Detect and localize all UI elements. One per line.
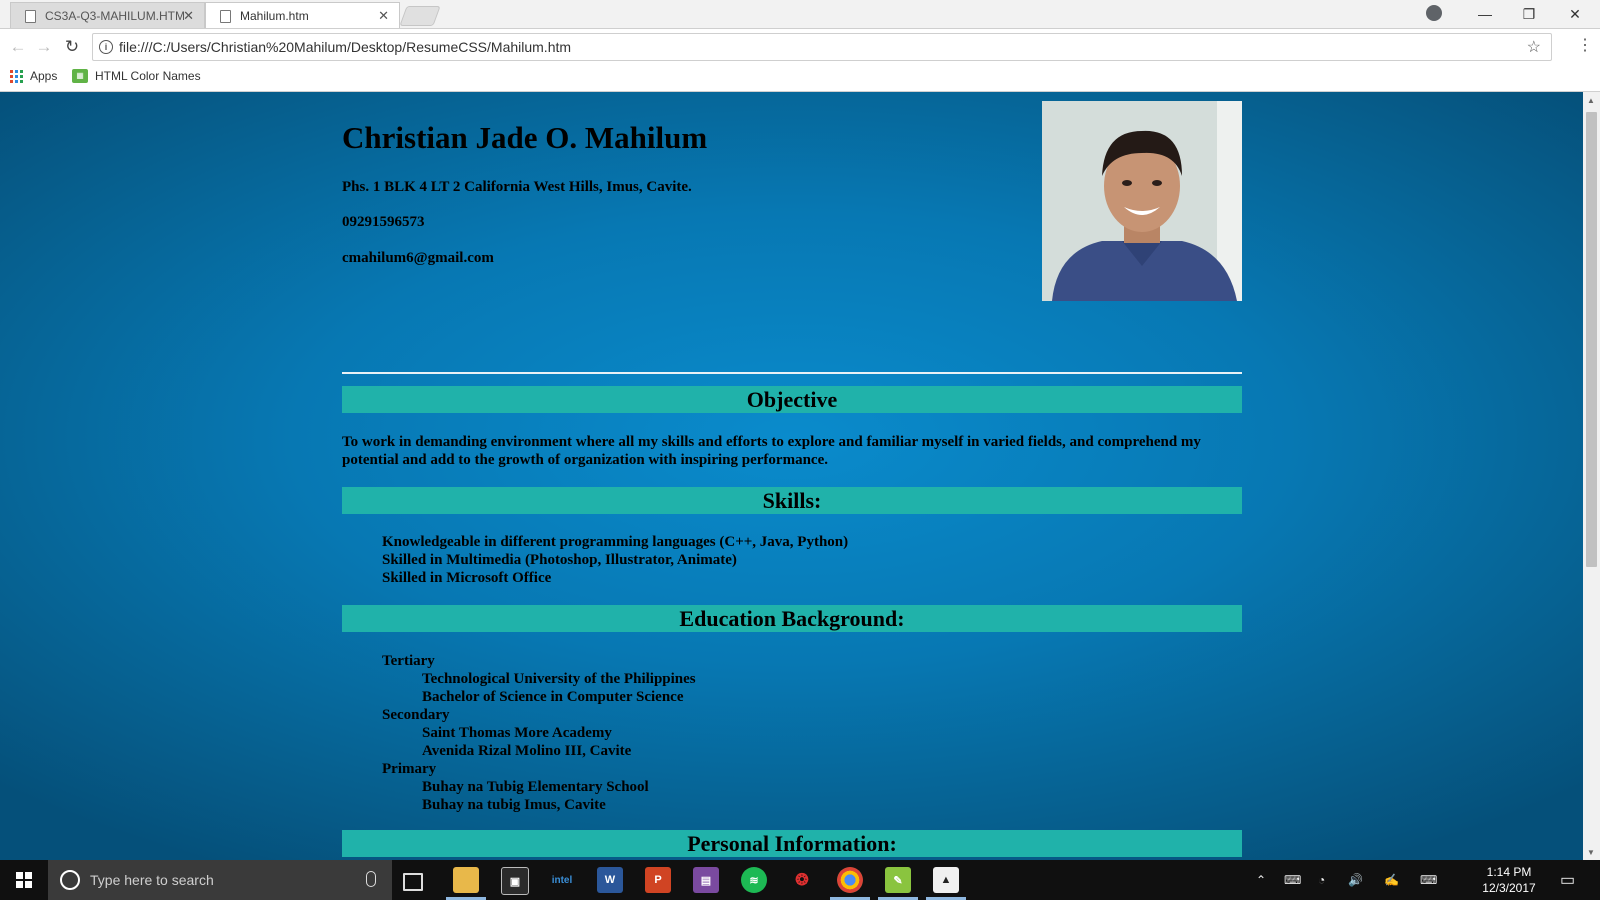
scrollbar-thumb[interactable] — [1586, 112, 1597, 567]
info-icon[interactable]: i — [99, 40, 113, 54]
windows-logo-icon — [16, 872, 32, 888]
education-list: Tertiary Technological University of the… — [382, 652, 696, 814]
wifi-icon[interactable]: ◔ — [1318, 860, 1325, 900]
education-level: Primary — [382, 761, 437, 777]
browser-menu-icon[interactable]: ⋮ — [1577, 35, 1593, 55]
cortana-icon — [60, 870, 80, 890]
bookmark-label: HTML Color Names — [95, 69, 201, 83]
powerpoint-icon[interactable]: P — [645, 867, 671, 893]
clock-date: 12/3/2017 — [1482, 881, 1536, 895]
objective-text: To work in demanding environment where a… — [342, 434, 1201, 468]
close-tab-icon[interactable]: ✕ — [183, 8, 194, 24]
language-icon[interactable]: ⌨ — [1284, 860, 1301, 900]
intel-icon[interactable]: intel — [549, 867, 575, 893]
chrome-icon[interactable] — [837, 867, 863, 893]
objective-heading: Objective — [342, 386, 1242, 413]
taskbar-search[interactable]: Type here to search — [48, 860, 392, 900]
address-bar[interactable]: i file:///C:/Users/Christian%20Mahilum/D… — [92, 33, 1552, 61]
education-detail: Bachelor of Science in Computer Science — [422, 689, 684, 705]
start-button[interactable] — [0, 860, 48, 900]
vertical-scrollbar[interactable]: ▲ ▼ — [1583, 92, 1600, 860]
reload-icon[interactable]: ↻ — [60, 35, 84, 59]
education-detail: Avenida Rizal Molino III, Cavite — [422, 743, 632, 759]
new-tab-button[interactable] — [399, 6, 441, 26]
education-level: Tertiary — [382, 653, 435, 669]
volume-icon[interactable]: 🔊 — [1348, 860, 1363, 900]
address-url: file:///C:/Users/Christian%20Mahilum/Des… — [119, 39, 572, 55]
microphone-icon[interactable] — [366, 871, 376, 887]
browser-tab-strip: CS3A-Q3-MAHILUM.HTM ✕ Mahilum.htm ✕ — ❐ … — [0, 0, 1600, 29]
page-viewport: Christian Jade O. Mahilum Phs. 1 BLK 4 L… — [0, 92, 1583, 860]
personal-info-heading: Personal Information: — [342, 830, 1242, 857]
browser-toolbar: ← → ↻ i file:///C:/Users/Christian%20Mah… — [0, 29, 1600, 65]
pen-icon[interactable]: ✍ — [1384, 860, 1399, 900]
windows-taskbar: Type here to search ▣ intel W P ▤ ≋ ❂ ✎ … — [0, 860, 1600, 900]
photos-icon[interactable]: ▲ — [933, 867, 959, 893]
bookmark-label: Apps — [30, 69, 58, 83]
spotify-icon[interactable]: ≋ — [741, 867, 767, 893]
task-view-icon[interactable] — [403, 873, 423, 891]
resume-address: Phs. 1 BLK 4 LT 2 California West Hills,… — [342, 179, 692, 195]
app-icon[interactable]: ▤ — [693, 867, 719, 893]
resume-phone: 09291596573 — [342, 214, 425, 230]
word-icon[interactable]: W — [597, 867, 623, 893]
close-window-button[interactable]: ✕ — [1552, 0, 1598, 28]
tab-label: CS3A-Q3-MAHILUM.HTM — [45, 8, 186, 23]
header-divider — [342, 372, 1242, 374]
keyboard-icon[interactable]: ⌨ — [1420, 860, 1437, 900]
list-item: Skilled in Microsoft Office — [382, 570, 552, 586]
apps-grid-icon — [10, 69, 23, 83]
education-school: Buhay na Tubig Elementary School — [422, 779, 649, 795]
clock-time: 1:14 PM — [1486, 865, 1532, 879]
taskbar-clock[interactable]: 1:14 PM 12/3/2017 — [1474, 864, 1544, 896]
action-center-icon[interactable]: ▭ — [1560, 860, 1575, 900]
list-item: Skilled in Multimedia (Photoshop, Illust… — [382, 552, 737, 568]
account-icon[interactable] — [1426, 5, 1442, 21]
bookmark-star-icon[interactable]: ☆ — [1527, 37, 1541, 57]
education-detail: Buhay na tubig Imus, Cavite — [422, 797, 606, 813]
bookmark-html-color-names[interactable]: ▦ HTML Color Names — [72, 69, 201, 83]
resume-name: Christian Jade O. Mahilum — [342, 120, 708, 155]
list-item: Knowledgeable in different programming l… — [382, 534, 849, 550]
scroll-up-icon[interactable]: ▲ — [1587, 96, 1595, 105]
tab-label: Mahilum.htm — [240, 8, 309, 23]
education-level: Secondary — [382, 707, 450, 723]
minimize-button[interactable]: — — [1462, 0, 1508, 28]
forward-arrow-icon[interactable]: → — [32, 35, 56, 59]
education-heading: Education Background: — [342, 605, 1242, 632]
html-color-names-icon: ▦ — [72, 69, 88, 83]
back-arrow-icon[interactable]: ← — [6, 35, 30, 59]
store-icon[interactable]: ▣ — [501, 867, 529, 895]
close-tab-icon[interactable]: ✕ — [378, 8, 389, 24]
garena-icon[interactable]: ❂ — [789, 867, 815, 893]
bookmarks-bar: Apps ▦ HTML Color Names — [0, 65, 1600, 92]
bookmark-apps[interactable]: Apps — [10, 69, 57, 83]
tab-cs3a-q3[interactable]: CS3A-Q3-MAHILUM.HTM ✕ — [10, 2, 205, 28]
skills-list: Knowledgeable in different programming l… — [382, 533, 848, 587]
education-school: Technological University of the Philippi… — [422, 671, 696, 687]
resume-email: cmahilum6@gmail.com — [342, 250, 494, 266]
notepad-plus-icon[interactable]: ✎ — [885, 867, 911, 893]
document-icon — [25, 10, 36, 23]
file-explorer-icon[interactable] — [453, 867, 479, 893]
tab-mahilum[interactable]: Mahilum.htm ✕ — [205, 2, 400, 28]
profile-photo — [1042, 101, 1242, 301]
education-school: Saint Thomas More Academy — [422, 725, 612, 741]
restore-button[interactable]: ❐ — [1506, 0, 1552, 28]
document-icon — [220, 10, 231, 23]
show-hidden-icons[interactable]: ⌃ — [1256, 860, 1266, 900]
skills-heading: Skills: — [342, 487, 1242, 514]
scroll-down-icon[interactable]: ▼ — [1587, 848, 1595, 857]
search-placeholder: Type here to search — [90, 872, 214, 888]
